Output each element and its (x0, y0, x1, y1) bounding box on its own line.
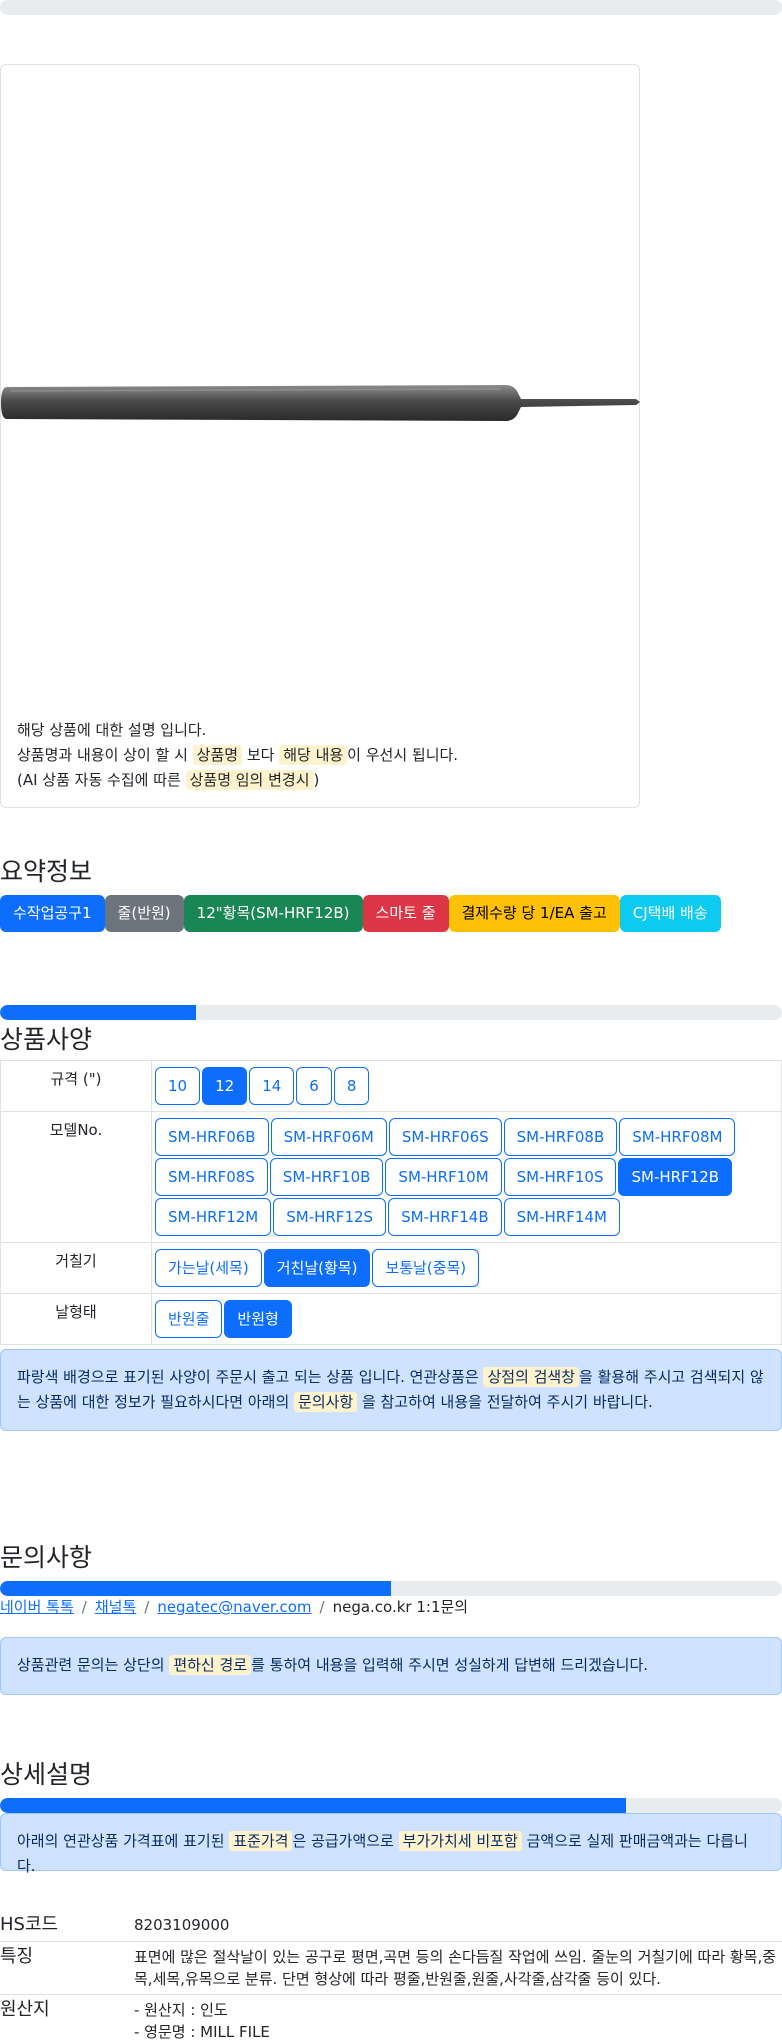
spec-option-button[interactable]: SM-HRF08B (503, 1118, 618, 1156)
spec-row: 규격 (") 10 12 14 6 8 (0, 1060, 782, 1112)
detail-progress-bar (0, 1798, 782, 1813)
spec-row: 거칠기 가는날(세목) 거친날(황목) 보통날(중목) (0, 1242, 782, 1294)
info-row-origin: 원산지 - 원산지 : 인도 - 영문명 : MILL FILE (0, 1994, 782, 2043)
spec-table: 규격 (") 10 12 14 6 8 모델No. SM-HRF06B SM-HRF06M SM-… (0, 1060, 782, 1345)
info-key: 특징 (0, 1941, 134, 1995)
spec-row: 날형태 반원줄 반원형 (0, 1293, 782, 1345)
info-value: 표면에 많은 절삭날이 있는 공구로 평면,곡면 등의 손다듬질 작업에 쓰임.… (134, 1941, 782, 1995)
email-link[interactable]: negatec@naver.com (157, 1598, 311, 1616)
spec-option-button[interactable]: SM-HRF14B (388, 1198, 502, 1236)
spec-option-button[interactable]: 거친날(황목) (263, 1249, 371, 1287)
spec-option-button[interactable]: SM-HRF12M (155, 1198, 272, 1236)
inquiry-notice: 상품관련 문의는 상단의 편하신 경로 를 통하여 내용을 입력해 주시면 성실하… (0, 1637, 782, 1695)
product-image-card: 해당 상품에 대한 설명 입니다. 상품명과 내용이 상이 할 시 상품명 보다… (0, 64, 640, 808)
product-notice-line1: 해당 상품에 대한 설명 입니다. (17, 721, 207, 739)
spec-row: 모델No. SM-HRF06B SM-HRF06M SM-HRF06S SM-HRF08… (0, 1111, 782, 1243)
channeltalk-link[interactable]: 채널톡 (95, 1598, 136, 1616)
spec-title: 상품사양 (0, 1025, 93, 1054)
spec-label: 모델No. (0, 1111, 152, 1243)
spec-option-button[interactable]: 반원형 (224, 1300, 292, 1338)
info-row-hscode: HS코드 8203109000 (0, 1910, 782, 1942)
summary-badge: 스마토 줄 (362, 895, 449, 932)
inquiry-title: 문의사항 (0, 1543, 93, 1572)
summary-badge: CJ택배 배송 (619, 895, 721, 932)
product-notice-line3: (AI 상품 자동 수집에 따른 상품명 임의 변경시) (17, 770, 320, 790)
summary-badge: 수작업공구1 (0, 895, 105, 932)
detail-progress-fill (0, 1798, 626, 1813)
product-notice-line2: 상품명과 내용이 상이 할 시 상품명 보다 해당 내용 이 우선시 됩니다. (17, 745, 459, 765)
spec-progress-fill (0, 1005, 196, 1020)
detail-notice: 아래의 연관상품 가격표에 표기된 표준가격 은 공급가액으로 부가가치세 비포함… (0, 1813, 782, 1875)
inquiry-progress-fill (0, 1581, 391, 1596)
spec-option-button[interactable]: SM-HRF10M (385, 1158, 502, 1196)
spec-label: 규격 (") (0, 1060, 152, 1112)
spec-progress-bar (0, 1005, 782, 1020)
detail-title: 상세설명 (0, 1760, 93, 1789)
spec-option-button[interactable]: 12 (202, 1067, 248, 1105)
inquiry-progress-bar (0, 1581, 782, 1596)
info-value: 8203109000 (134, 1910, 782, 1942)
spec-option-button[interactable]: 10 (155, 1067, 201, 1105)
spec-option-button[interactable]: 반원줄 (155, 1300, 223, 1338)
spec-notice: 파랑색 배경으로 표기된 사양이 주문시 출고 되는 상품 입니다. 연관상품은… (0, 1349, 782, 1431)
spec-option-button[interactable]: 8 (333, 1067, 370, 1105)
inquiry-links: 네이버 톡톡 / 채널톡 / negatec@naver.com / nega.co.kr … (0, 1598, 469, 1616)
spec-option-button[interactable]: SM-HRF08S (155, 1158, 268, 1196)
spec-option-button[interactable]: SM-HRF10B (269, 1158, 384, 1196)
spec-option-button[interactable]: SM-HRF06S (388, 1118, 502, 1156)
naver-talktalk-link[interactable]: 네이버 톡톡 (0, 1598, 74, 1616)
summary-badge: 줄(반원) (104, 895, 184, 932)
summary-badge: 결제수량 당 1/EA 출고 (448, 895, 620, 932)
summary-badge: 12"황목(SM-HRF12B) (183, 895, 363, 932)
info-value: - 원산지 : 인도 - 영문명 : MILL FILE (134, 1994, 782, 2043)
spec-option-button[interactable]: SM-HRF06B (155, 1118, 269, 1156)
info-key: 원산지 (0, 1994, 134, 2043)
spec-label: 날형태 (0, 1293, 152, 1345)
qna-text: nega.co.kr 1:1문의 (332, 1598, 469, 1616)
spec-option-button[interactable]: SM-HRF12B (618, 1158, 733, 1196)
spec-option-button[interactable]: SM-HRF10S (503, 1158, 617, 1196)
spec-option-button[interactable]: SM-HRF14M (503, 1198, 620, 1236)
summary-badges: 수작업공구1 줄(반원) 12"황목(SM-HRF12B) 스마토 줄 결제수량 당 1… (0, 895, 721, 932)
spec-option-button[interactable]: SM-HRF06M (270, 1118, 387, 1156)
summary-title: 요약정보 (0, 857, 93, 886)
spec-option-button[interactable]: SM-HRF08M (619, 1118, 736, 1156)
spec-option-button[interactable]: 가는날(세목) (155, 1249, 262, 1287)
spec-option-button[interactable]: SM-HRF12S (273, 1198, 387, 1236)
spec-option-button[interactable]: 6 (296, 1067, 332, 1105)
spec-option-button[interactable]: 보통날(중목) (372, 1249, 480, 1287)
spec-option-button[interactable]: 14 (249, 1067, 295, 1105)
spec-label: 거칠기 (0, 1242, 152, 1294)
info-key: HS코드 (0, 1910, 134, 1942)
top-progress-bar (0, 0, 782, 15)
detail-info-table: HS코드 8203109000 특징 표면에 많은 절삭날이 있는 공구로 평면… (0, 1910, 782, 2043)
info-row-feature: 특징 표면에 많은 절삭날이 있는 공구로 평면,곡면 등의 손다듬질 작업에 … (0, 1941, 782, 1995)
file-tool-image (1, 385, 640, 421)
